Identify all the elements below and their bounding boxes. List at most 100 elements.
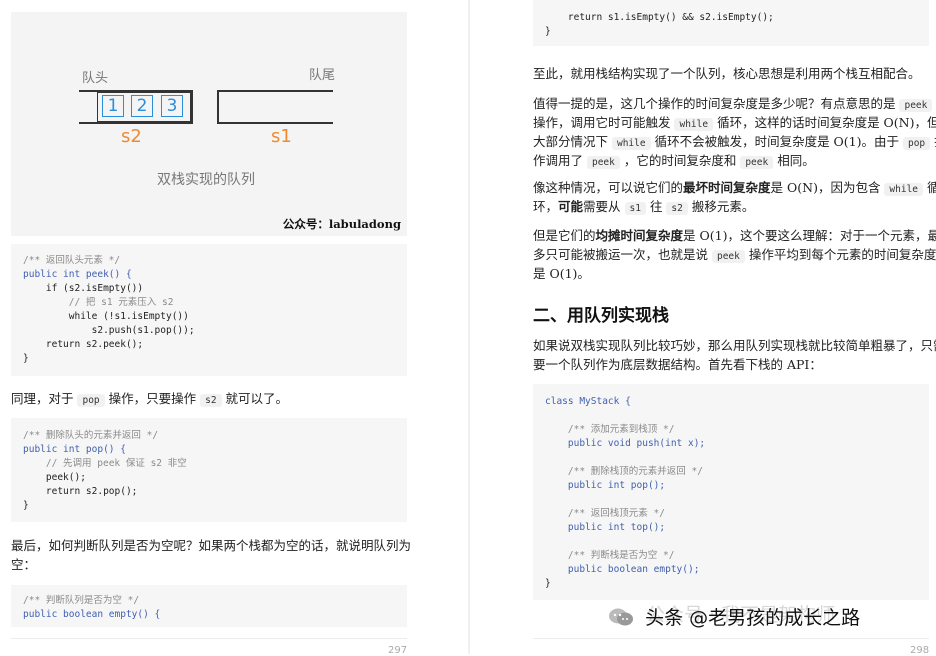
text: 相同。 [773,153,815,168]
code-line: public int pop() { [23,444,126,455]
code-line: /** 添加元素到栈顶 */ [545,424,675,435]
text-line: 最后，如何判断队列是否为空呢？如果两个栈都为空的话，就说明队列为 [11,538,412,553]
s2-inner-box [97,92,191,122]
code-block-empty: /** 判断队列是否为空 */ public boolean empty() { [11,585,407,627]
text: 值得一提的是，这几个操作的时间复杂度是多少呢？有点意思的是 [533,96,900,111]
code-line: } [23,353,29,364]
page-number: 297 [388,645,408,656]
code-line: peek(); [23,472,86,483]
figure-credit: 公众号：labuladong [282,217,401,231]
wechat-icon [608,607,634,627]
text: 像这种情况，可以说它们的 [533,180,684,195]
figure-caption: 双栈实现的队列 [157,172,255,188]
page-number: 298 [910,645,930,656]
text: 搬移元素。 [687,199,755,214]
s1-closed-end [217,90,219,124]
code-line: public int peek() { [23,269,132,280]
code-line: } [545,26,551,37]
watermark: 头条 @老男孩的成长之路 [608,603,860,630]
code-line: return s1.isEmpty() && s2.isEmpty(); [545,12,774,23]
s2-label: s2 [121,126,142,147]
text-line: 是 O(1)。 [533,266,590,281]
text: 环， [533,199,559,214]
text-line: 如果说双栈实现队列比较巧妙，那么用队列实现栈就比较简单粗暴了，只需 [533,338,936,353]
text-line: 空： [11,557,37,572]
code-line: public int top(); [545,522,666,533]
text: 是 O(1)，这个要这么理解：对于一个元素，最 [683,228,936,243]
text: 是 O(N)，因为包含 [770,180,885,195]
code-line: /** 删除栈顶的元素并返回 */ [545,466,703,477]
queue-head-label: 队头 [82,71,109,86]
text: 操 [930,134,936,149]
bold-text: 可能 [558,199,584,214]
code-line: public boolean empty(); [545,564,700,575]
page-297: 队头 队尾 1 2 3 s2 s1 双栈实现的队列 公众号：labuladong… [0,0,468,656]
s1-bottom-line [217,122,333,124]
inline-code: pop [77,394,105,407]
text: 操作，只要操作 [104,391,201,406]
queue-tail-label: 队尾 [309,68,336,83]
inline-code: peek [586,156,620,169]
text: 同理，对于 [11,391,78,406]
code-line: return s2.pop(); [23,486,138,497]
inline-code: s2 [200,394,222,407]
text: 循环，这样的话时间复杂度是 O(N)，但是 [713,115,936,130]
footer-rule [11,638,407,639]
code-block-mystack-api: class MyStack { /** 添加元素到栈顶 */ public vo… [533,384,929,600]
code-line: public void push(int x); [545,438,706,449]
code-line: public int pop(); [545,480,666,491]
text: 循环不会被触发，时间复杂度是 O(1)。由于 [650,134,903,149]
code-text: class MyStack { [545,396,631,407]
code-line: // 先调用 peek 保证 s2 非空 [23,458,187,469]
text: 多只可能被搬运一次，也就是说 [533,247,712,262]
code-block-empty-cont: return s1.isEmpty() && s2.isEmpty(); } [533,0,929,46]
text: 但是它们的 [533,228,596,243]
code-line: /** 返回栈顶元素 */ [545,508,665,519]
code-line: public boolean empty() { [23,609,161,620]
footer-rule [533,638,929,639]
inline-code: peek [899,99,933,112]
text: 作调用了 [533,153,587,168]
code-line: } [23,500,29,511]
code-line: if (s2.isEmpty()) [23,283,144,294]
page-298: return s1.isEmpty() && s2.isEmpty(); } 至… [470,0,936,656]
inline-code: while [674,118,714,131]
text: 需要从 [583,199,625,214]
text: ，它的时间复杂度和 [619,153,741,168]
s2-bottom-line [79,122,193,124]
inline-code: peek [740,156,774,169]
text: 操作，调用它时可能触发 [533,115,675,130]
code-line: /** 返回队头元素 */ [23,255,121,266]
bold-text: 最坏时间复杂度 [683,180,771,195]
watermark-text: 头条 @老男孩的成长之路 [645,607,861,629]
text: 循 [927,180,936,195]
code-line: /** 判断队列是否为空 */ [23,595,140,606]
code-line: /** 删除队头的元素并返回 */ [23,430,159,441]
text-line: 要一个队列作为底层数据结构。首先看下栈的 API： [533,357,822,372]
inline-code: while [884,183,924,196]
code-block-pop: /** 删除队头的元素并返回 */ public int pop() { // … [11,418,407,522]
text: 大部分情况下 [533,134,612,149]
s1-top-line [217,90,333,92]
inline-code: pop [902,137,931,150]
two-stack-queue-figure: 队头 队尾 1 2 3 s2 s1 双栈实现的队列 公众号：labuladong [11,12,407,236]
bold-text: 均摊时间复杂度 [595,228,684,243]
inline-code: s1 [624,202,646,215]
s2-closed-end [191,90,193,124]
text: 就可以了。 [221,391,289,406]
code-block-peek: /** 返回队头元素 */ public int peek() { if (s2… [11,244,407,376]
text: 操作平均到每个元素的时间复杂度 [744,247,936,262]
code-line: // 把 s1 元素压入 s2 [23,297,174,308]
inline-code: peek [711,250,745,263]
code-line: return s2.peek(); [23,339,144,350]
code-line: } [545,578,551,589]
text-line: 至此，就用栈结构实现了一个队列，核心思想是利用两个栈互相配合。 [533,66,921,81]
code-line: while (!s1.isEmpty()) [23,311,189,322]
section-heading: 二、用队列实现栈 [533,306,669,326]
s1-label: s1 [271,126,292,147]
text: 往 [645,199,667,214]
inline-code: while [611,137,651,150]
inline-code: s2 [666,202,688,215]
code-line: /** 判断栈是否为空 */ [545,550,675,561]
code-line: s2.push(s1.pop()); [23,325,195,336]
